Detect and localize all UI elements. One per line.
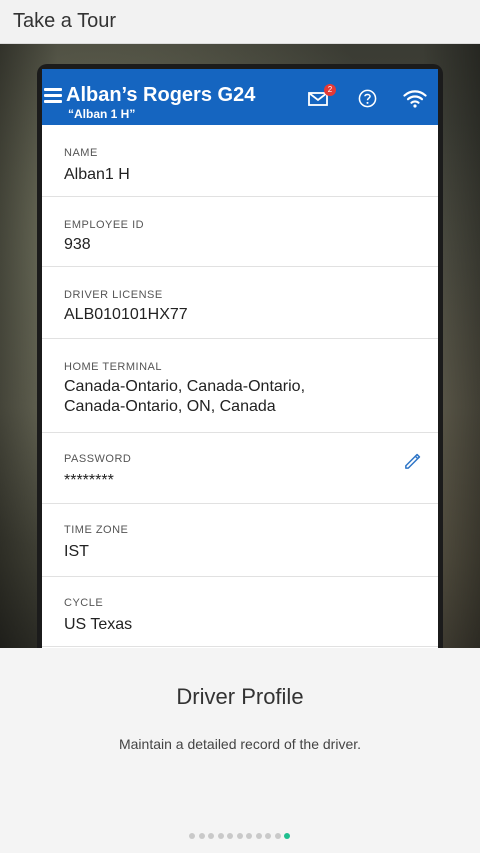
mail-badge: 2: [324, 84, 336, 96]
cycle-field: CYCLE US Texas: [42, 577, 438, 647]
help-icon[interactable]: [358, 89, 377, 108]
top-bar: Take a Tour: [0, 0, 480, 44]
app-subtitle: “Alban 1 H”: [68, 107, 136, 121]
field-value: ********: [64, 472, 114, 489]
name-field: NAME Alban1 H: [42, 125, 438, 197]
field-value: 938: [64, 236, 91, 253]
page-title: Take a Tour: [13, 10, 117, 32]
page-dot[interactable]: [217, 833, 224, 839]
page-dot[interactable]: [265, 833, 271, 839]
page-dot[interactable]: [198, 833, 205, 839]
field-value: IST: [64, 543, 89, 560]
wifi-icon: [403, 90, 427, 108]
slide-caption-panel: Driver Profile Maintain a detailed recor…: [0, 648, 480, 853]
profile-fields: NAME Alban1 H EMPLOYEE ID 938 DRIVER LIC…: [42, 125, 438, 647]
password-field: PASSWORD ********: [42, 433, 438, 504]
field-label: NAME: [64, 147, 98, 159]
page-dot[interactable]: [227, 833, 233, 839]
field-value: US Texas: [64, 616, 133, 633]
field-value: Canada-Ontario, Canada-Ontario, Canada-O…: [64, 378, 306, 415]
page-dot[interactable]: [208, 833, 214, 839]
device-mockup: Alban’s Rogers G24 “Alban 1 H” 2 NAME Al…: [37, 64, 443, 648]
slide-description: Maintain a detailed record of the driver…: [118, 736, 362, 752]
field-label: TIME ZONE: [64, 524, 129, 536]
field-value: ALB010101HX77: [64, 306, 188, 323]
page-dot[interactable]: [274, 833, 281, 839]
time-zone-field: TIME ZONE IST: [42, 504, 438, 577]
home-terminal-field: HOME TERMINAL Canada-Ontario, Canada-Ont…: [42, 339, 438, 433]
page-dot[interactable]: [246, 833, 252, 839]
field-label: PASSWORD: [64, 453, 132, 465]
page-dot[interactable]: [189, 833, 195, 839]
page-dot[interactable]: [236, 833, 243, 839]
pencil-icon[interactable]: [403, 452, 422, 471]
driver-license-field: DRIVER LICENSE ALB010101HX77: [42, 267, 438, 339]
page-dot[interactable]: [255, 833, 262, 839]
tour-hero-image: Alban’s Rogers G24 “Alban 1 H” 2 NAME Al…: [0, 44, 480, 648]
field-value: Alban1 H: [64, 166, 130, 183]
app-title: Alban’s Rogers G24: [66, 84, 256, 106]
page-dot[interactable]: [284, 833, 290, 839]
field-label: DRIVER LICENSE: [64, 289, 163, 301]
device-screen: Alban’s Rogers G24 “Alban 1 H” 2 NAME Al…: [42, 69, 438, 648]
employee-id-field: EMPLOYEE ID 938: [42, 197, 438, 267]
app-bar: Alban’s Rogers G24 “Alban 1 H” 2: [42, 69, 438, 125]
field-label: CYCLE: [64, 597, 104, 609]
field-label: HOME TERMINAL: [64, 361, 162, 373]
menu-icon[interactable]: [44, 88, 62, 103]
slide-title: Driver Profile: [176, 684, 304, 709]
field-label: EMPLOYEE ID: [64, 219, 145, 231]
